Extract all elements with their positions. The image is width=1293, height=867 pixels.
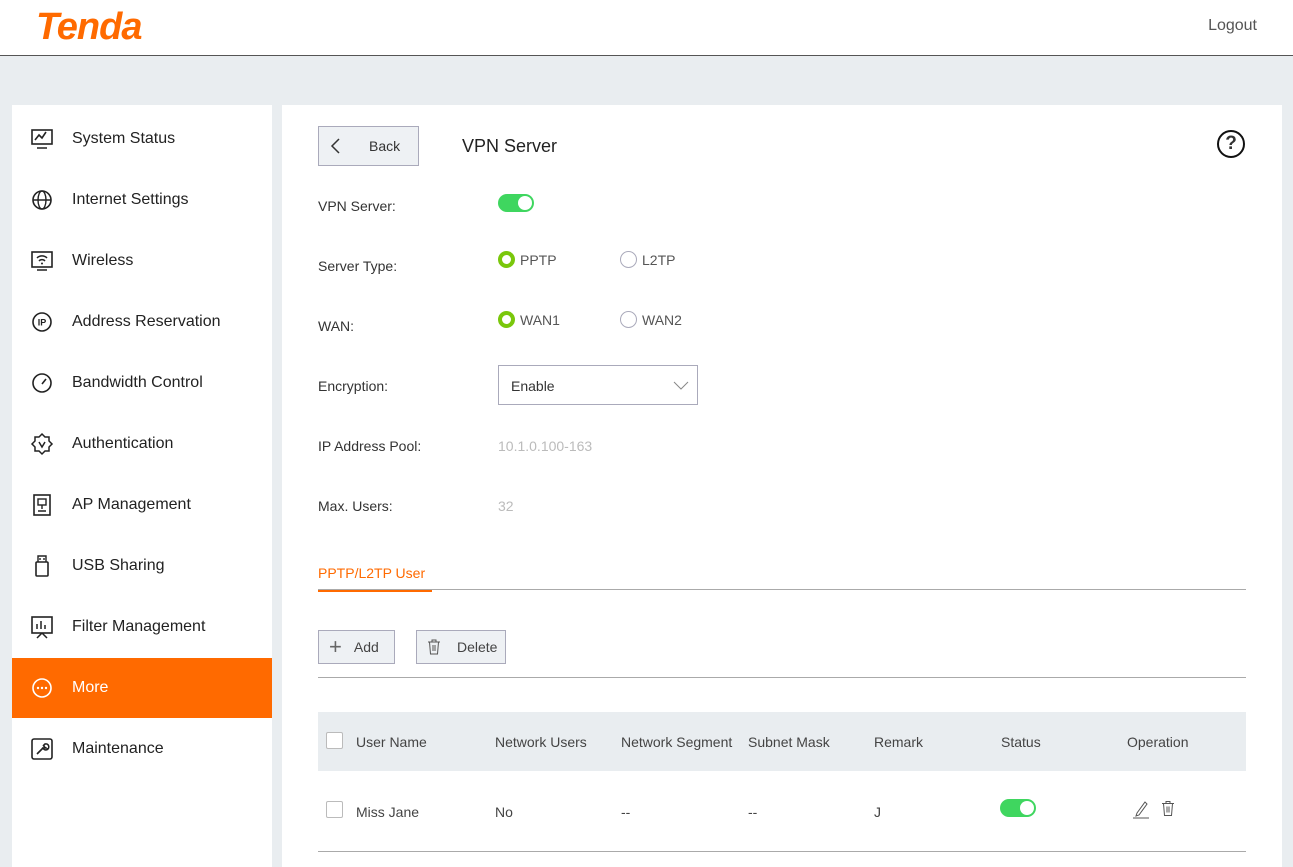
badge-check-icon [30,432,54,456]
help-icon[interactable]: ? [1217,130,1245,158]
sidebar-item-label: Address Reservation [72,313,221,330]
tenda-logo: Tenda [36,6,142,48]
delete-label: Delete [457,639,498,655]
table-header: User Name Network Users Network Segment Sub… [318,712,1246,771]
sidebar-item-label: USB Sharing [72,557,165,574]
cell-network-users: No [495,804,513,820]
row-checkbox[interactable] [326,801,343,818]
radio-wan2[interactable]: WAN2 [620,311,682,328]
column-header: Status [1001,734,1041,750]
logout-link[interactable]: Logout [1208,17,1257,35]
chevron-left-icon [330,138,340,154]
sidebar-item-wireless[interactable]: Wireless [12,231,272,291]
main-panel: Back VPN Server ? VPN Server: Server Typ… [282,105,1282,867]
back-label: Back [369,138,401,154]
radio-label: WAN2 [642,311,682,328]
delete-button[interactable]: Delete [416,630,506,664]
divider [318,851,1246,852]
vpn-server-label: VPN Server: [318,198,396,214]
edit-icon[interactable] [1132,799,1150,819]
column-header: Operation [1127,734,1189,750]
sidebar-item-label: More [72,679,109,696]
divider [318,677,1246,678]
sidebar-item-ap-management[interactable]: AP Management [12,475,272,535]
sidebar-item-maintenance[interactable]: Maintenance [12,719,272,779]
cell-network-segment: -- [621,804,631,820]
add-label: Add [353,639,379,655]
back-button[interactable]: Back [318,126,419,166]
cell-subnet-mask: -- [748,804,758,820]
encryption-label: Encryption: [318,378,389,394]
sidebar-item-label: Authentication [72,435,174,452]
sidebar-item-usb-sharing[interactable]: USB Sharing [12,536,272,596]
vpn-server-toggle[interactable] [498,194,534,212]
plus-icon: + [329,634,342,659]
radio-wan1[interactable]: WAN1 [498,311,560,328]
globe-icon [32,190,52,210]
sidebar-item-label: Maintenance [72,740,164,757]
column-header: Subnet Mask [748,734,830,750]
sidebar-item-system-status[interactable]: System Status [12,109,272,169]
column-header: Remark [874,734,924,750]
sidebar-item-label: Wireless [72,252,134,269]
wan-label: WAN: [318,318,355,334]
sidebar-item-internet-settings[interactable]: Internet Settings [12,170,272,230]
radio-label: L2TP [642,251,676,268]
server-type-label: Server Type: [318,258,398,274]
tab-pptp-l2tp-user[interactable]: PPTP/L2TP User [318,565,432,592]
wrench-icon [31,738,53,760]
sidebar: System Status Internet Settings Wireless IP… [12,105,272,867]
radio-label: WAN1 [520,311,560,328]
more-icon [32,678,52,698]
row-status-toggle[interactable] [1000,799,1036,817]
ip-pool-value: 10.1.0.100-163 [498,438,593,454]
trash-icon [428,639,440,655]
trash-icon[interactable] [1161,800,1175,817]
gauge-icon [32,373,52,393]
divider [318,589,1246,590]
sidebar-item-label: Filter Management [72,618,206,635]
sidebar-item-label: Internet Settings [72,191,189,208]
sidebar-item-label: AP Management [72,496,191,513]
chevron-down-icon [673,381,689,390]
radio-label: PPTP [520,251,557,268]
sidebar-item-address-reservation[interactable]: IP Address Reservation [12,292,272,352]
sidebar-item-label: Bandwidth Control [72,374,203,391]
sidebar-item-label: System Status [72,130,176,147]
wifi-icon [31,251,53,271]
radio-icon [498,311,515,328]
ip-icon: IP [32,312,52,332]
page-title: VPN Server [462,136,558,156]
radio-pptp[interactable]: PPTP [498,251,557,268]
max-users-value: 32 [498,498,514,514]
ip-pool-label: IP Address Pool: [318,438,422,454]
table-row: Miss Jane No -- -- J [318,771,1246,851]
header: Tenda Logout [0,0,1293,56]
filter-board-icon [31,616,53,639]
cell-remark: J [874,804,881,820]
encryption-value: Enable [511,378,555,394]
column-header: Network Users [495,734,587,750]
encryption-select[interactable]: Enable [498,365,698,405]
radio-icon [620,251,637,268]
sidebar-item-filter-management[interactable]: Filter Management [12,597,272,657]
select-all-checkbox[interactable] [326,732,343,749]
add-button[interactable]: + Add [318,630,395,664]
usb-icon [35,555,49,577]
sidebar-item-authentication[interactable]: Authentication [12,414,272,474]
svg-text:IP: IP [38,318,47,328]
max-users-label: Max. Users: [318,498,393,514]
sidebar-item-bandwidth-control[interactable]: Bandwidth Control [12,353,272,413]
column-header: User Name [356,734,427,750]
monitor-chart-icon [31,129,53,149]
radio-l2tp[interactable]: L2TP [620,251,675,268]
sidebar-item-more[interactable]: More [12,658,272,718]
radio-icon [620,311,637,328]
ap-icon [33,494,51,516]
radio-icon [498,251,515,268]
cell-user-name: Miss Jane [356,804,420,820]
column-header: Network Segment [621,734,733,750]
